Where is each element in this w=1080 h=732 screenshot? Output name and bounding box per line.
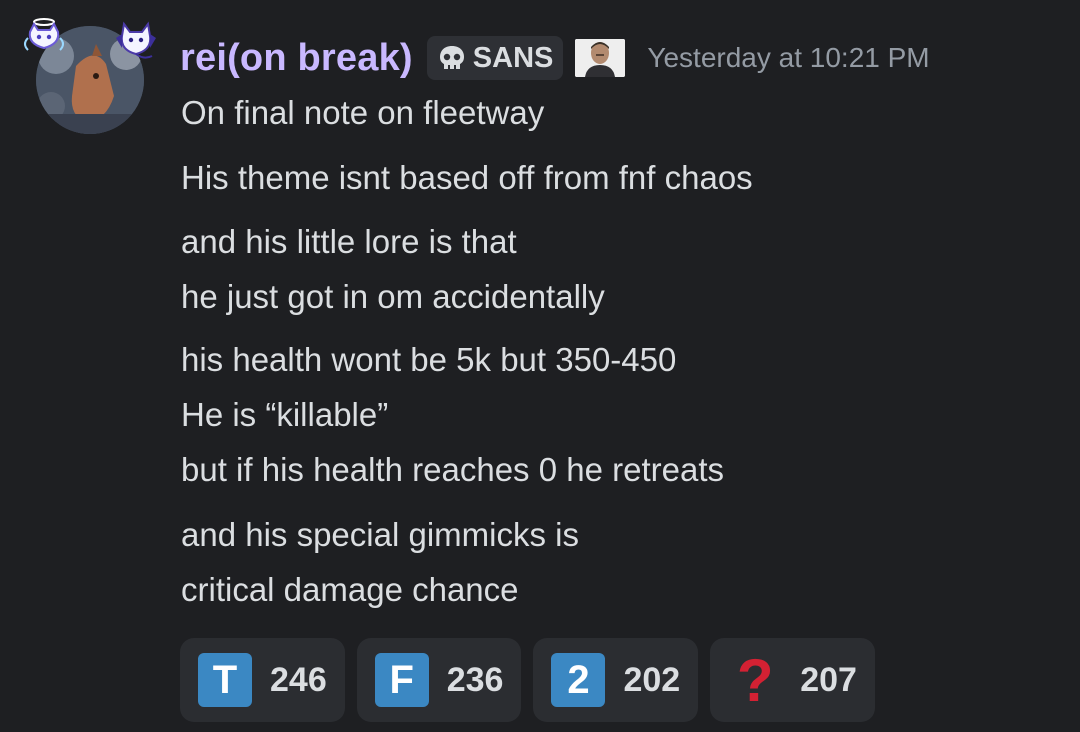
angel-cat-icon bbox=[24, 18, 64, 51]
server-tag-label: SANS bbox=[472, 41, 554, 74]
message-line: critical damage chance bbox=[181, 571, 519, 608]
reaction-question[interactable]: ? 207 bbox=[710, 638, 875, 722]
portrait-badge-icon[interactable] bbox=[575, 39, 626, 77]
skull-icon bbox=[439, 46, 464, 69]
regional-indicator-t-icon: T bbox=[198, 653, 252, 707]
username[interactable]: rei(on break) bbox=[180, 37, 413, 80]
reaction-count: 236 bbox=[446, 660, 504, 699]
red-question-mark-icon: ? bbox=[736, 646, 774, 714]
keycap-two-icon: 2 bbox=[551, 653, 606, 707]
message-line: His theme isnt based off from fnf chaos bbox=[181, 159, 753, 196]
server-tag[interactable]: SANS bbox=[426, 36, 564, 80]
chat-message: rei(on break) SANS Yesterday at 10:21 PM bbox=[0, 0, 1080, 732]
message-header: rei(on break) SANS Yesterday at 10:21 PM bbox=[180, 30, 930, 86]
reaction-count: 246 bbox=[270, 660, 327, 699]
devil-cat-icon bbox=[116, 21, 156, 59]
message-line: and his special gimmicks is bbox=[181, 516, 579, 553]
message-line: he just got in om accidentally bbox=[181, 278, 605, 315]
message-line: He is “killable” bbox=[181, 396, 389, 433]
avatar-decoration[interactable] bbox=[22, 14, 158, 144]
reaction-f[interactable]: F 236 bbox=[356, 638, 522, 722]
message-line: and his little lore is that bbox=[181, 223, 517, 260]
reaction-count: 207 bbox=[800, 660, 857, 699]
message-line: but if his health reaches 0 he retreats bbox=[181, 451, 724, 488]
message-line: his health wont be 5k but 350-450 bbox=[181, 341, 677, 378]
regional-indicator-f-icon: F bbox=[374, 653, 429, 707]
reaction-t[interactable]: T 246 bbox=[180, 638, 345, 722]
reaction-count: 202 bbox=[623, 660, 681, 699]
reaction-two[interactable]: 2 202 bbox=[533, 638, 699, 722]
message-line: On final note on fleetway bbox=[181, 94, 545, 131]
timestamp[interactable]: Yesterday at 10:21 PM bbox=[647, 42, 929, 74]
reactions-bar: T 246 F 236 2 202 ? 207 bbox=[180, 638, 875, 722]
